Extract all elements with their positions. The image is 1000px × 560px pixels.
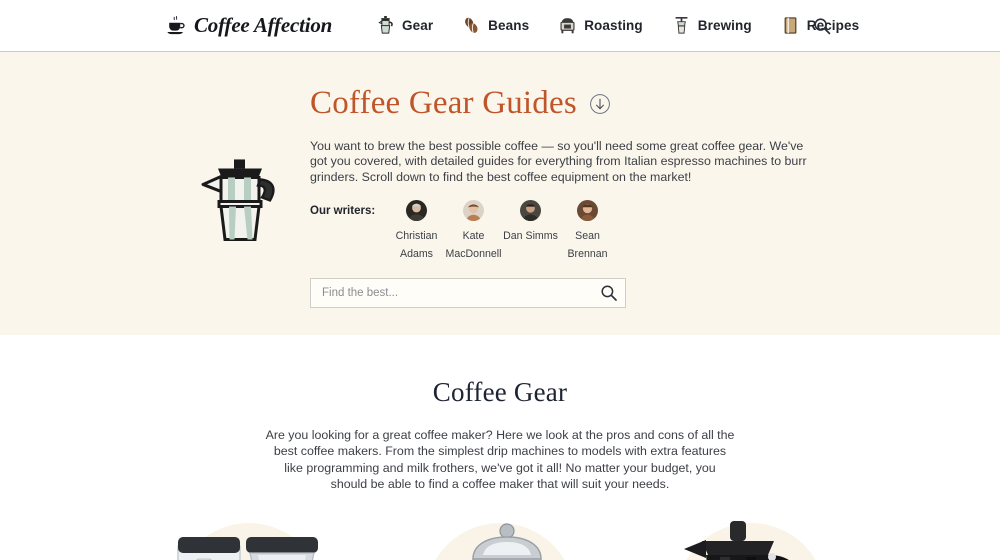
site-header: Coffee Affection Gear Beans Roasting Bre…	[0, 0, 1000, 52]
nav-label: Beans	[488, 18, 530, 33]
coffee-cup-icon	[167, 15, 185, 34]
avatar[interactable]	[520, 199, 541, 221]
product-card[interactable]	[652, 515, 850, 560]
moka-pot-illustration	[201, 159, 275, 241]
writers-label: Our writers:	[310, 204, 376, 217]
writer-sean-brennan[interactable]: Sean Brennan	[559, 199, 616, 262]
nav-label: Roasting	[584, 18, 643, 33]
writer-kate-macdonnell[interactable]: Kate MacDonnell	[445, 199, 502, 262]
avatar[interactable]	[406, 199, 427, 221]
main-navigation: Gear Beans Roasting Brewing Recipes	[376, 15, 859, 36]
nav-item-beans[interactable]: Beans	[462, 15, 529, 36]
writer-name: Sean Brennan	[567, 229, 608, 260]
nav-item-brewing[interactable]: Brewing	[672, 15, 752, 36]
moka-pot-icon	[378, 16, 393, 34]
circle-arrow-down-icon[interactable]	[589, 93, 611, 115]
search-input[interactable]	[322, 286, 599, 299]
nav-label: Brewing	[697, 18, 752, 33]
nav-item-gear[interactable]: Gear	[376, 15, 433, 36]
avatar[interactable]	[463, 199, 484, 221]
page-title: Coffee Gear Guides	[310, 85, 577, 121]
aeropress-icon	[675, 16, 688, 34]
french-press-image	[472, 523, 542, 560]
writer-name: Kate MacDonnell	[445, 229, 502, 260]
roaster-icon	[560, 18, 575, 34]
coffee-gear-section: Coffee Gear Are you looking for a great …	[0, 335, 1000, 560]
product-card[interactable]	[150, 515, 348, 560]
product-card[interactable]	[401, 515, 599, 560]
writer-name: Dan Simms	[503, 229, 558, 242]
hero-description: You want to brew the best possible coffe…	[310, 139, 807, 184]
book-icon	[784, 17, 797, 34]
hero-section: Coffee Gear Guides You want to brew the …	[0, 52, 1000, 335]
site-logo[interactable]: Coffee Affection	[166, 13, 332, 38]
search-icon	[601, 285, 617, 301]
nav-label: Gear	[402, 18, 434, 33]
site-logo-text: Coffee Affection	[194, 13, 333, 37]
drip-coffee-maker-image	[177, 536, 318, 560]
writer-christian-adams[interactable]: Christian Adams	[388, 199, 445, 262]
black-moka-pot-image	[684, 520, 790, 560]
section-title: Coffee Gear	[432, 377, 568, 407]
writer-name: Christian Adams	[395, 229, 438, 260]
search-icon[interactable]	[812, 16, 832, 36]
product-card-list	[0, 515, 1000, 560]
section-description: Are you looking for a great coffee maker…	[265, 428, 735, 492]
avatar[interactable]	[577, 199, 598, 221]
writer-dan-simms[interactable]: Dan Simms	[502, 199, 559, 244]
nav-item-roasting[interactable]: Roasting	[558, 15, 643, 36]
search-submit-button[interactable]	[599, 283, 619, 303]
hero-search-form	[310, 277, 626, 308]
writers-list: Our writers: Christian Adams Kate MacDon…	[310, 199, 820, 262]
coffee-beans-icon	[465, 17, 478, 33]
